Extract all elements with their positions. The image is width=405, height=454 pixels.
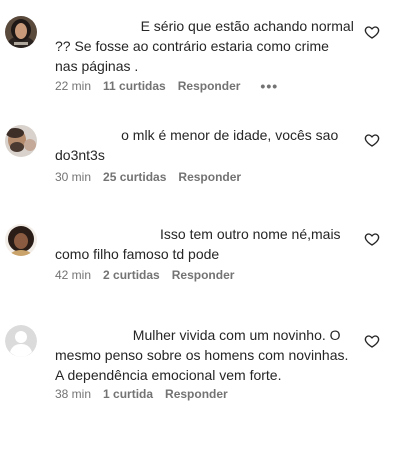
reply-button[interactable]: Responder [178,79,241,93]
comment-meta: 22 min 11 curtidas Responder ••• [55,78,278,94]
reply-button[interactable]: Responder [165,387,228,401]
heart-outline-icon[interactable] [364,333,380,349]
likes-count-link[interactable]: 1 curtida [103,387,153,401]
reply-button[interactable]: Responder [172,268,235,282]
user-avatar[interactable] [5,224,37,256]
heart-outline-icon[interactable] [364,132,380,148]
comment-time: 42 min [55,268,92,282]
heart-outline-icon[interactable] [364,231,380,247]
user-avatar[interactable] [5,125,37,157]
comment-meta: 30 min 25 curtidas Responder [55,170,241,184]
heart-outline-icon[interactable] [364,24,380,40]
comment-text: Isso tem outro nome né,mais como filho f… [55,226,345,262]
comment-meta: 42 min 2 curtidas Responder [55,268,234,282]
comment-text: Mulher vivida com um novinho. O mesmo pe… [55,327,352,383]
user-avatar[interactable] [5,325,37,357]
comment-time: 38 min [55,387,92,401]
comment-meta: 38 min 1 curtida Responder [55,387,228,401]
user-avatar[interactable] [5,16,37,48]
default-user-avatar-icon [5,325,37,357]
likes-count-link[interactable]: 2 curtidas [103,268,160,282]
likes-count-link[interactable]: 25 curtidas [103,170,166,184]
comment-time: 22 min [55,79,92,93]
likes-count-link[interactable]: 11 curtidas [103,79,166,93]
user-avatar-dark-hair-icon [5,16,37,48]
user-avatar-man-beard-icon [5,125,37,157]
user-avatar-curly-hair-icon [5,224,37,256]
comment-time: 30 min [55,170,92,184]
comment-text: o mlk é menor de idade, vocês sao do3nt3… [55,127,343,163]
more-options-icon[interactable]: ••• [260,78,278,94]
comment-text: E sério que estão achando normal ?? Se f… [55,18,358,74]
reply-button[interactable]: Responder [178,170,241,184]
